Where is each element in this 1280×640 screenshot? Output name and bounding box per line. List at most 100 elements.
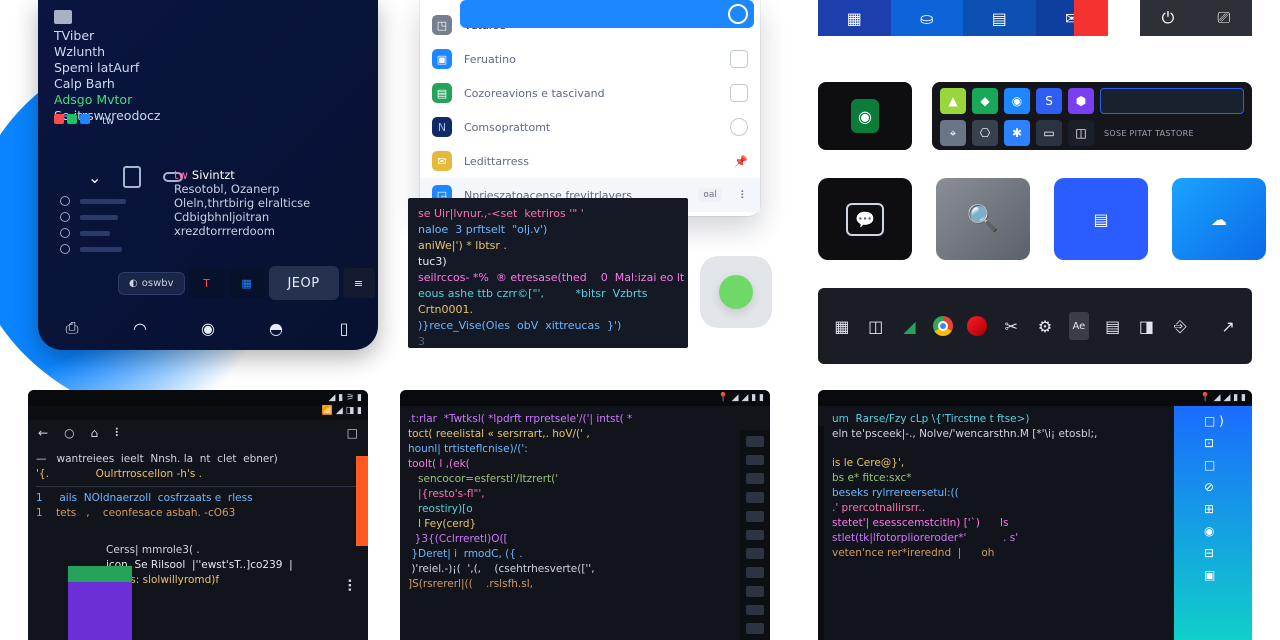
pin-icon: 📌 [734, 155, 748, 168]
link[interactable]: TViber [54, 28, 160, 44]
sheets-icon[interactable]: ◢ [900, 312, 920, 340]
pill-button[interactable]: ◐ oswbv [118, 272, 185, 295]
tool-icon[interactable]: ◉ [1204, 524, 1252, 538]
side-card: twSivintzt Resotobl, Ozanerp Oleln,thrtb… [174, 168, 364, 238]
app-icon[interactable]: S [1036, 88, 1062, 114]
tb-icon[interactable]: ◨ [1137, 312, 1157, 340]
phone-panel: TViber Wzlunth Spemi latAurf Calp Barh A… [38, 0, 378, 350]
tab[interactable]: ▤ [963, 0, 1036, 36]
link[interactable]: Wzlunth [54, 44, 160, 60]
chevron-down-icon[interactable]: ⌄ [88, 168, 101, 187]
home-icon[interactable]: ○ [64, 426, 74, 440]
app-tile[interactable]: T [189, 268, 225, 298]
action-icon[interactable] [730, 118, 748, 136]
color-chips: tw [54, 109, 115, 128]
tb-icon[interactable]: ✂ [1001, 312, 1021, 340]
up-icon[interactable]: ⌂ [91, 426, 99, 440]
more-icon[interactable]: ⠇ [346, 577, 358, 596]
record-button[interactable] [1074, 0, 1108, 36]
float-button[interactable] [700, 256, 772, 328]
nav-icon[interactable]: ◠ [128, 316, 152, 340]
more-icon[interactable]: ⠇ [114, 426, 123, 440]
tool-icon[interactable]: □ ) [1204, 414, 1252, 428]
app-icon[interactable]: ◆ [972, 88, 998, 114]
tool-icon[interactable]: ⊡ [1204, 436, 1252, 450]
chat-icon: 💬 [846, 203, 884, 236]
tool-icon[interactable]: ▣ [1204, 568, 1252, 582]
dropdown-item[interactable]: NComsoprattomt [420, 110, 760, 144]
app-icon[interactable]: ⬢ [1068, 88, 1094, 114]
radio[interactable] [60, 244, 70, 254]
dropdown-item[interactable]: ▤Cozoreavions e tascivand [420, 76, 760, 110]
grid-label: SOSE PITAT TASTORE [1104, 129, 1194, 138]
tab[interactable]: ⛀ [891, 0, 964, 36]
gutter-purple [68, 582, 132, 640]
code-snippet: se Uir|lvnur.,-<set ketriros '" ' naloe … [408, 198, 688, 348]
status-bar: 📍 ◢ ◢ ▮ ▮ [400, 390, 770, 406]
action-icon[interactable] [730, 50, 748, 68]
app-icon[interactable]: ✱ [1004, 120, 1030, 146]
grid-icon: ▦ [847, 9, 862, 28]
app-icon[interactable]: ▭ [1036, 120, 1062, 146]
tool-icon[interactable]: ⊞ [1204, 502, 1252, 516]
tb-icon[interactable]: ▤ [1103, 312, 1123, 340]
status-bar: ◢ ▮ ⚞ ▮ [28, 390, 368, 406]
tool-icon[interactable]: □ [1204, 458, 1252, 472]
dropdown-menu: ◳Vutarse ▣Feruatino ▤Cozoreavions e tasc… [420, 0, 760, 216]
nav-icon[interactable]: ◉ [196, 316, 220, 340]
link[interactable]: Adsgo Mvtor [54, 92, 160, 108]
app-icon[interactable]: ⌖ [940, 120, 966, 146]
app-icon[interactable]: ◫ [1068, 120, 1094, 146]
cloud-icon: ☁ [1211, 210, 1227, 229]
tab-icon[interactable] [123, 166, 141, 188]
android-nav: ⎙ ◠ ◉ ◓ ▯ [38, 316, 378, 340]
chrome-icon[interactable] [933, 312, 953, 340]
search-field[interactable] [1100, 88, 1244, 114]
tb-icon[interactable]: ⎆ [1170, 312, 1190, 340]
app-tile[interactable]: ▦ [229, 268, 265, 298]
minimap[interactable] [740, 430, 770, 640]
dropdown-item[interactable]: ▣Feruatino [420, 42, 760, 76]
avatar-icon [728, 4, 748, 24]
square-icon[interactable]: □ [347, 426, 358, 440]
link[interactable]: Calp Barh [54, 76, 160, 92]
tile-row: 💬 🔍 ▤ ☁ [818, 178, 1266, 260]
settings-icon[interactable]: ⎚ [1218, 8, 1231, 28]
dropdown-item[interactable]: ✉Ledittarress📌 [420, 144, 760, 178]
opera-icon[interactable] [967, 312, 987, 340]
chat-tile[interactable]: 💬 [818, 178, 912, 260]
tb-icon[interactable]: ◫ [866, 312, 886, 340]
radio[interactable] [60, 212, 70, 222]
radio[interactable] [60, 228, 70, 238]
lines-tile[interactable]: ▤ [1054, 178, 1148, 260]
back-icon[interactable]: ← [38, 426, 48, 440]
menu-icon[interactable]: ≡ [343, 268, 375, 298]
tab[interactable]: ▦ [818, 0, 891, 36]
gutter-green [68, 566, 132, 582]
nav-icon[interactable]: ⎙ [60, 316, 84, 340]
app-icon[interactable]: ▲ [940, 88, 966, 114]
tb-icon[interactable]: Ae [1069, 312, 1089, 340]
app-icon[interactable]: ◉ [1004, 88, 1030, 114]
cloud-tile[interactable]: ☁ [1172, 178, 1266, 260]
more-icon[interactable]: ⠇ [740, 189, 748, 202]
jeop-button[interactable]: JEOP [269, 266, 339, 300]
action-icon[interactable] [730, 84, 748, 102]
tool-icon[interactable]: ⊘ [1204, 480, 1252, 494]
radio[interactable] [60, 196, 70, 206]
badge: oal [698, 188, 722, 202]
code-body[interactable]: .t:rlar *Twtksl( *lpdrft rrpretsele'/('|… [400, 406, 770, 598]
nav-icon[interactable]: ◓ [264, 316, 288, 340]
link[interactable]: Spemi latAurf [54, 60, 160, 76]
tb-icon[interactable]: ▦ [832, 312, 852, 340]
search-tile[interactable]: 🔍 [936, 178, 1030, 260]
nav-icon[interactable]: ▯ [332, 316, 356, 340]
tb-icon[interactable]: ↗ [1218, 312, 1238, 340]
power-icon[interactable]: ⏻ [1162, 8, 1175, 28]
app-icon[interactable]: ⎔ [972, 120, 998, 146]
icon-grid: ▲ ◆ ◉ S ⬢ ⌖ ⎔ ✱ ▭ ◫ SOSE PITAT TASTORE [932, 82, 1252, 150]
shield-card[interactable]: ◉ [818, 82, 912, 150]
tray: ⏻ ⎚ [1140, 0, 1252, 36]
tb-icon[interactable]: ⚙ [1035, 312, 1055, 340]
tool-icon[interactable]: ⊟ [1204, 546, 1252, 560]
